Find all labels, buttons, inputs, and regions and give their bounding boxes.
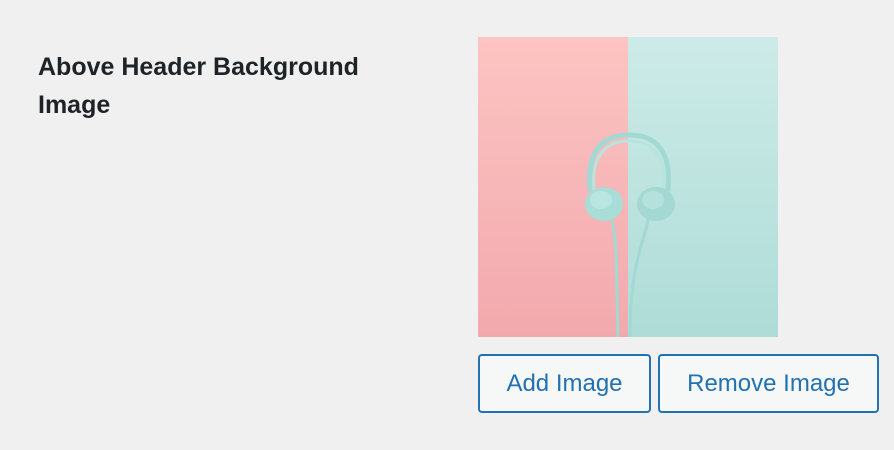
headphones-photo <box>478 37 778 337</box>
setting-title: Above Header Background Image <box>38 53 359 119</box>
pink-background <box>478 37 628 337</box>
remove-image-button[interactable]: Remove Image <box>658 354 879 413</box>
image-preview[interactable] <box>478 37 778 337</box>
teal-background <box>628 37 778 337</box>
add-image-button[interactable]: Add Image <box>478 354 651 413</box>
